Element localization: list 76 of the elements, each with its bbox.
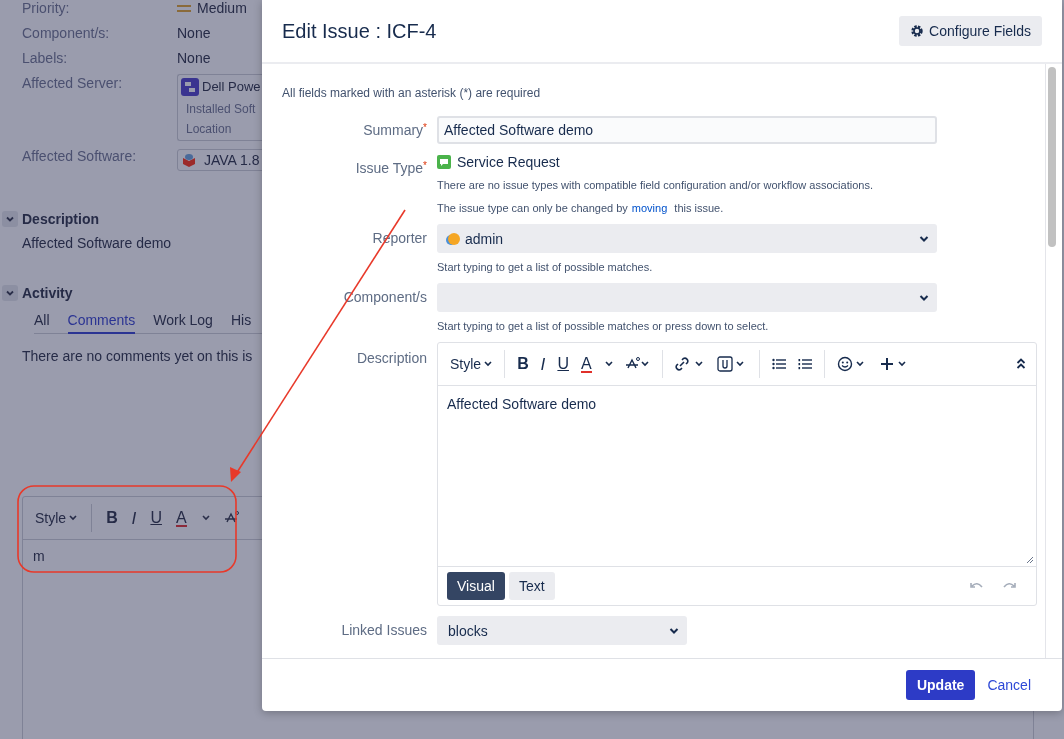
summary-field[interactable]: Affected Software demo <box>437 116 937 144</box>
empty-comments-text: There are no comments yet on this is <box>22 348 253 364</box>
required-note: All fields marked with an asterisk (*) are required <box>282 86 542 100</box>
field-label: Affected Software: <box>22 147 138 166</box>
select-field[interactable]: blocks <box>437 616 687 645</box>
italic-button[interactable]: I <box>131 508 137 528</box>
help-text: Start typing to get a list of possible matches or press down to select. <box>437 320 770 332</box>
chevron-icon[interactable] <box>919 234 929 243</box>
editor-mode-tab[interactable]: Visual <box>447 572 505 600</box>
underline-button[interactable]: U <box>557 355 569 373</box>
field-label: Priority: <box>22 0 71 18</box>
field-value: None <box>177 24 211 43</box>
editor-mode-tab[interactable]: Text <box>508 572 555 600</box>
help-text: The issue type can only be changed by moving this issue. <box>437 202 725 214</box>
activity-tab[interactable]: Work Log <box>153 312 213 333</box>
description-text: Affected Software demo <box>22 235 172 251</box>
underline-button[interactable]: U <box>150 509 162 527</box>
field-label: Issue Type <box>355 160 424 176</box>
link-icon[interactable] <box>674 357 705 371</box>
issue-type-value: Service Request <box>457 154 560 170</box>
comment-text: m <box>33 548 45 564</box>
bold-button[interactable]: B <box>517 355 529 373</box>
field-value: Medium <box>197 0 247 18</box>
help-text: Start typing to get a list of possible matches. <box>437 261 654 273</box>
package-icon <box>182 153 196 167</box>
field-label: Summary <box>363 122 424 138</box>
field-label: Description <box>356 350 427 366</box>
activity-tab[interactable]: All <box>34 312 50 333</box>
server-attribute: Installed Soft <box>185 102 257 116</box>
chevron-icon[interactable] <box>919 293 929 302</box>
required-mark: * <box>423 160 427 171</box>
select-field[interactable]: admin <box>437 224 937 253</box>
italic-button[interactable]: I <box>540 354 546 374</box>
dialog-title: Edit Issue : ICF-4 <box>282 19 437 43</box>
style-dropdown[interactable]: Style <box>35 510 78 526</box>
required-mark: * <box>423 122 427 133</box>
description-editor[interactable]: Style B I U A Affected Software demo Visual Text <box>437 342 1037 606</box>
field-value: None <box>177 49 211 68</box>
cancel-link[interactable]: Cancel <box>987 677 1031 693</box>
bold-button[interactable]: B <box>106 509 118 527</box>
settings-icon <box>910 24 925 38</box>
style-dropdown[interactable]: Style <box>450 356 493 372</box>
activity-tab[interactable]: Comments <box>67 312 136 334</box>
field-label: Linked Issues <box>341 622 427 638</box>
server-name: Dell Powe <box>202 78 261 96</box>
text-color-button[interactable]: A <box>175 509 187 527</box>
server-icon <box>181 77 199 96</box>
caret-icon <box>69 515 78 521</box>
section-title: Description <box>22 211 99 227</box>
field-label: Labels: <box>22 49 69 68</box>
activity-tab[interactable]: His <box>230 312 252 333</box>
plus-icon[interactable] <box>878 356 909 372</box>
emoji-icon[interactable] <box>836 356 867 372</box>
chevron-icon[interactable] <box>669 626 679 635</box>
update-button[interactable]: Update <box>905 670 976 700</box>
text-color-button[interactable]: A <box>580 355 592 373</box>
scrollbar-thumb[interactable] <box>1048 67 1056 247</box>
text-effects-icon[interactable] <box>625 357 650 371</box>
configure-fields-button[interactable]: Configure Fields <box>899 16 1042 46</box>
help-text: There are no issue types with compatible field configuration and/or workflow associations. <box>437 179 874 191</box>
field-label: Component/s: <box>22 24 111 43</box>
speech-bubble-icon <box>437 155 451 169</box>
caret-icon <box>484 361 493 367</box>
resize-handle-icon[interactable] <box>1026 556 1034 564</box>
moving-link[interactable]: moving <box>631 202 668 214</box>
caret-icon[interactable] <box>603 360 614 368</box>
collapse-icon[interactable] <box>1016 358 1026 370</box>
attachment-icon[interactable] <box>716 356 747 372</box>
field-label: Affected Server: <box>22 74 124 93</box>
bullet-list-icon[interactable] <box>771 358 786 370</box>
priority-icon <box>177 3 191 14</box>
section-title: Activity <box>22 285 73 301</box>
numbered-list-icon[interactable] <box>797 358 812 370</box>
server-attribute: Location <box>185 122 233 136</box>
editor-text: Affected Software demo <box>447 396 597 412</box>
select-field[interactable] <box>437 283 937 312</box>
